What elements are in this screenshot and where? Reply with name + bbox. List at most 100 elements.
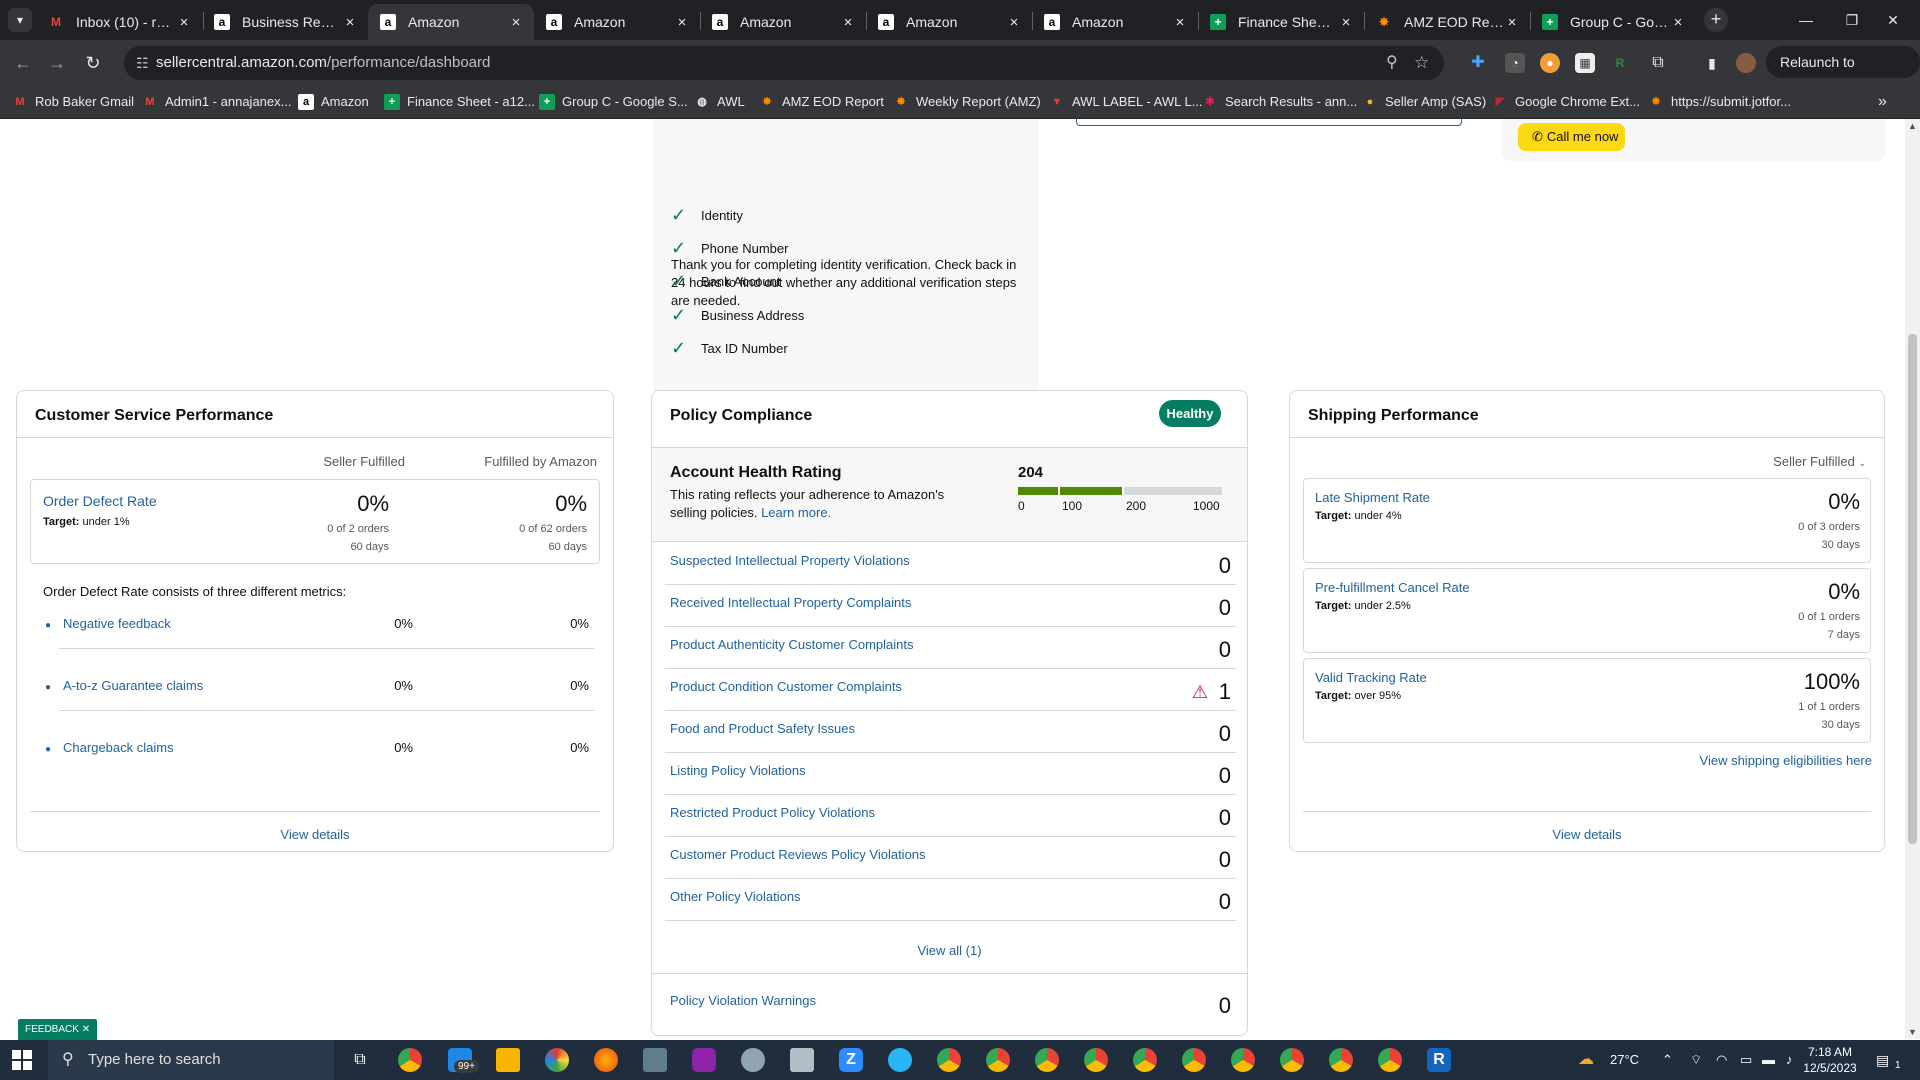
scrollbar-thumb[interactable] — [1908, 334, 1917, 844]
violation-link[interactable]: Other Policy Violations — [670, 889, 801, 904]
display-icon[interactable]: ▭ — [1740, 1040, 1752, 1080]
relaunch-button[interactable]: Relaunch to update⋮ — [1766, 46, 1920, 102]
chrome-icon[interactable] — [1329, 1048, 1353, 1072]
violation-link[interactable]: Restricted Product Policy Violations — [670, 805, 875, 820]
shipping-view-details-link[interactable]: View details — [1290, 827, 1884, 842]
chrome-icon[interactable] — [1231, 1048, 1255, 1072]
chrome-icon[interactable] — [1133, 1048, 1157, 1072]
network-icon[interactable]: ⌔ — [1690, 1040, 1702, 1080]
extension-icon[interactable]: ✚ — [1468, 53, 1488, 73]
zoom-app-icon[interactable]: Z — [839, 1048, 863, 1072]
extension-icon[interactable]: ● — [1540, 53, 1560, 73]
violation-link[interactable]: Product Authenticity Customer Complaints — [670, 637, 914, 652]
tab-amazon[interactable]: a Amazon × — [700, 4, 866, 40]
tab-finance-sheet[interactable]: + Finance Sheet - a × — [1198, 4, 1364, 40]
violation-link[interactable]: Suspected Intellectual Property Violatio… — [670, 553, 910, 568]
tab-amazon[interactable]: a Amazon × — [866, 4, 1032, 40]
call-me-now-button[interactable]: ✆ Call me now — [1518, 123, 1625, 151]
close-icon[interactable]: × — [508, 14, 524, 31]
pre-fulfillment-cancel-rate-link[interactable]: Pre-fulfillment Cancel Rate — [1315, 580, 1470, 595]
chevron-up-icon[interactable]: ⌃ — [1662, 1040, 1673, 1080]
task-view-icon[interactable]: ⧉ — [348, 1048, 372, 1072]
bookmark[interactable]: M Rob Baker Gmail — [12, 85, 134, 119]
app-icon[interactable] — [692, 1048, 716, 1072]
order-defect-rate-link[interactable]: Order Defect Rate — [43, 493, 157, 509]
bookmark[interactable]: ◤ Google Chrome Ext... — [1492, 85, 1640, 119]
chrome-icon[interactable] — [398, 1048, 422, 1072]
profile-avatar[interactable] — [1736, 53, 1756, 73]
app-icon[interactable]: R — [1427, 1048, 1451, 1072]
chrome-icon[interactable] — [1084, 1048, 1108, 1072]
bookmark[interactable]: ● Seller Amp (SAS) — [1362, 85, 1486, 119]
scroll-up-icon[interactable]: ▲ — [1905, 121, 1920, 131]
reload-button[interactable]: ↻ — [80, 50, 106, 76]
chargeback-claims-link[interactable]: Chargeback claims — [63, 740, 174, 755]
violation-link[interactable]: Product Condition Customer Complaints — [670, 679, 902, 694]
cs-view-details-link[interactable]: View details — [17, 827, 613, 842]
bookmark[interactable]: ✸ Weekly Report (AMZ) — [893, 85, 1040, 119]
close-icon[interactable]: × — [1006, 14, 1022, 31]
bookmarks-overflow-icon[interactable]: » — [1878, 85, 1887, 119]
tab-inbox[interactable]: M Inbox (10) - rsgec × — [36, 4, 202, 40]
bookmark[interactable]: ✸ AMZ EOD Report — [759, 85, 883, 119]
firefox-icon[interactable] — [594, 1048, 618, 1072]
extension-icon[interactable]: R — [1610, 53, 1630, 73]
notifications-icon[interactable]: ▤ — [1876, 1040, 1889, 1080]
chrome-icon[interactable] — [1035, 1048, 1059, 1072]
bookmark[interactable]: a Amazon — [298, 85, 369, 119]
view-all-link[interactable]: View all (1) — [652, 943, 1247, 958]
tab-amazon[interactable]: a Amazon × — [534, 4, 700, 40]
calculator-icon[interactable] — [643, 1048, 667, 1072]
tab-amazon-active[interactable]: a Amazon × — [368, 4, 534, 40]
bookmark[interactable]: ▼ AWL LABEL - AWL L... — [1049, 85, 1203, 119]
app-icon[interactable] — [545, 1048, 569, 1072]
violation-link[interactable]: Customer Product Reviews Policy Violatio… — [670, 847, 926, 862]
volume-icon[interactable]: ♪ — [1786, 1040, 1793, 1080]
bookmark[interactable]: + Group C - Google S... — [539, 85, 688, 119]
side-panel-icon[interactable]: ▮ — [1702, 53, 1722, 73]
violation-link[interactable]: Listing Policy Violations — [670, 763, 806, 778]
shipping-eligibilities-link[interactable]: View shipping eligibilities here — [1700, 753, 1872, 768]
notepad-icon[interactable] — [790, 1048, 814, 1072]
bookmark[interactable]: ◍ AWL — [694, 85, 745, 119]
bookmark[interactable]: + Finance Sheet - a12... — [384, 85, 535, 119]
close-icon[interactable]: × — [1338, 14, 1354, 31]
close-icon[interactable]: × — [1670, 14, 1686, 31]
chrome-icon[interactable] — [1182, 1048, 1206, 1072]
taskbar-search-box[interactable]: ⚲ Type here to search — [48, 1040, 334, 1080]
violation-link[interactable]: Received Intellectual Property Complaint… — [670, 595, 911, 610]
wifi-icon[interactable]: ◠ — [1716, 1040, 1727, 1080]
new-tab-button[interactable]: + — [1704, 8, 1728, 32]
close-icon[interactable]: × — [840, 14, 856, 31]
chrome-icon[interactable] — [937, 1048, 961, 1072]
close-icon[interactable]: × — [342, 14, 358, 31]
bookmark[interactable]: ✸ https://submit.jotfor... — [1648, 85, 1791, 119]
page-scrollbar[interactable]: ▲ ▼ — [1905, 119, 1920, 1039]
a-to-z-claims-link[interactable]: A-to-z Guarantee claims — [63, 678, 203, 693]
scroll-down-icon[interactable]: ▼ — [1905, 1027, 1920, 1037]
tab-amazon[interactable]: a Amazon × — [1032, 4, 1198, 40]
fulfillment-filter-dropdown[interactable]: Seller Fulfilled ⌄ — [1773, 454, 1866, 469]
extensions-puzzle-icon[interactable]: ⧉ — [1648, 53, 1668, 73]
windows-start-button[interactable] — [12, 1050, 32, 1070]
close-icon[interactable]: ✕ — [82, 1024, 90, 1035]
bookmark[interactable]: M Admin1 - annajanex... — [142, 85, 291, 119]
back-button[interactable]: ← — [10, 50, 36, 76]
extension-off-icon[interactable]: ◔ — [1505, 53, 1525, 73]
policy-violation-warnings-link[interactable]: Policy Violation Warnings — [670, 993, 816, 1008]
chrome-icon[interactable] — [986, 1048, 1010, 1072]
bookmark[interactable]: ✱ Search Results - ann... — [1202, 85, 1357, 119]
battery-icon[interactable]: ▬ — [1762, 1040, 1775, 1080]
tab-group-c[interactable]: + Group C - Google × — [1530, 4, 1696, 40]
feedback-tab[interactable]: FEEDBACK ✕ — [18, 1019, 98, 1040]
telegram-icon[interactable] — [888, 1048, 912, 1072]
close-icon[interactable]: × — [1172, 14, 1188, 31]
chrome-icon[interactable] — [1378, 1048, 1402, 1072]
temperature[interactable]: 27°C — [1610, 1040, 1639, 1080]
forward-button[interactable]: → — [44, 50, 70, 76]
close-icon[interactable]: × — [176, 14, 192, 31]
learn-more-link[interactable]: Learn more. — [761, 505, 831, 520]
bookmark-star-icon[interactable]: ☆ — [1414, 46, 1429, 80]
extension-icon[interactable]: ▦ — [1575, 53, 1595, 73]
close-window-button[interactable]: ✕ — [1866, 0, 1920, 40]
